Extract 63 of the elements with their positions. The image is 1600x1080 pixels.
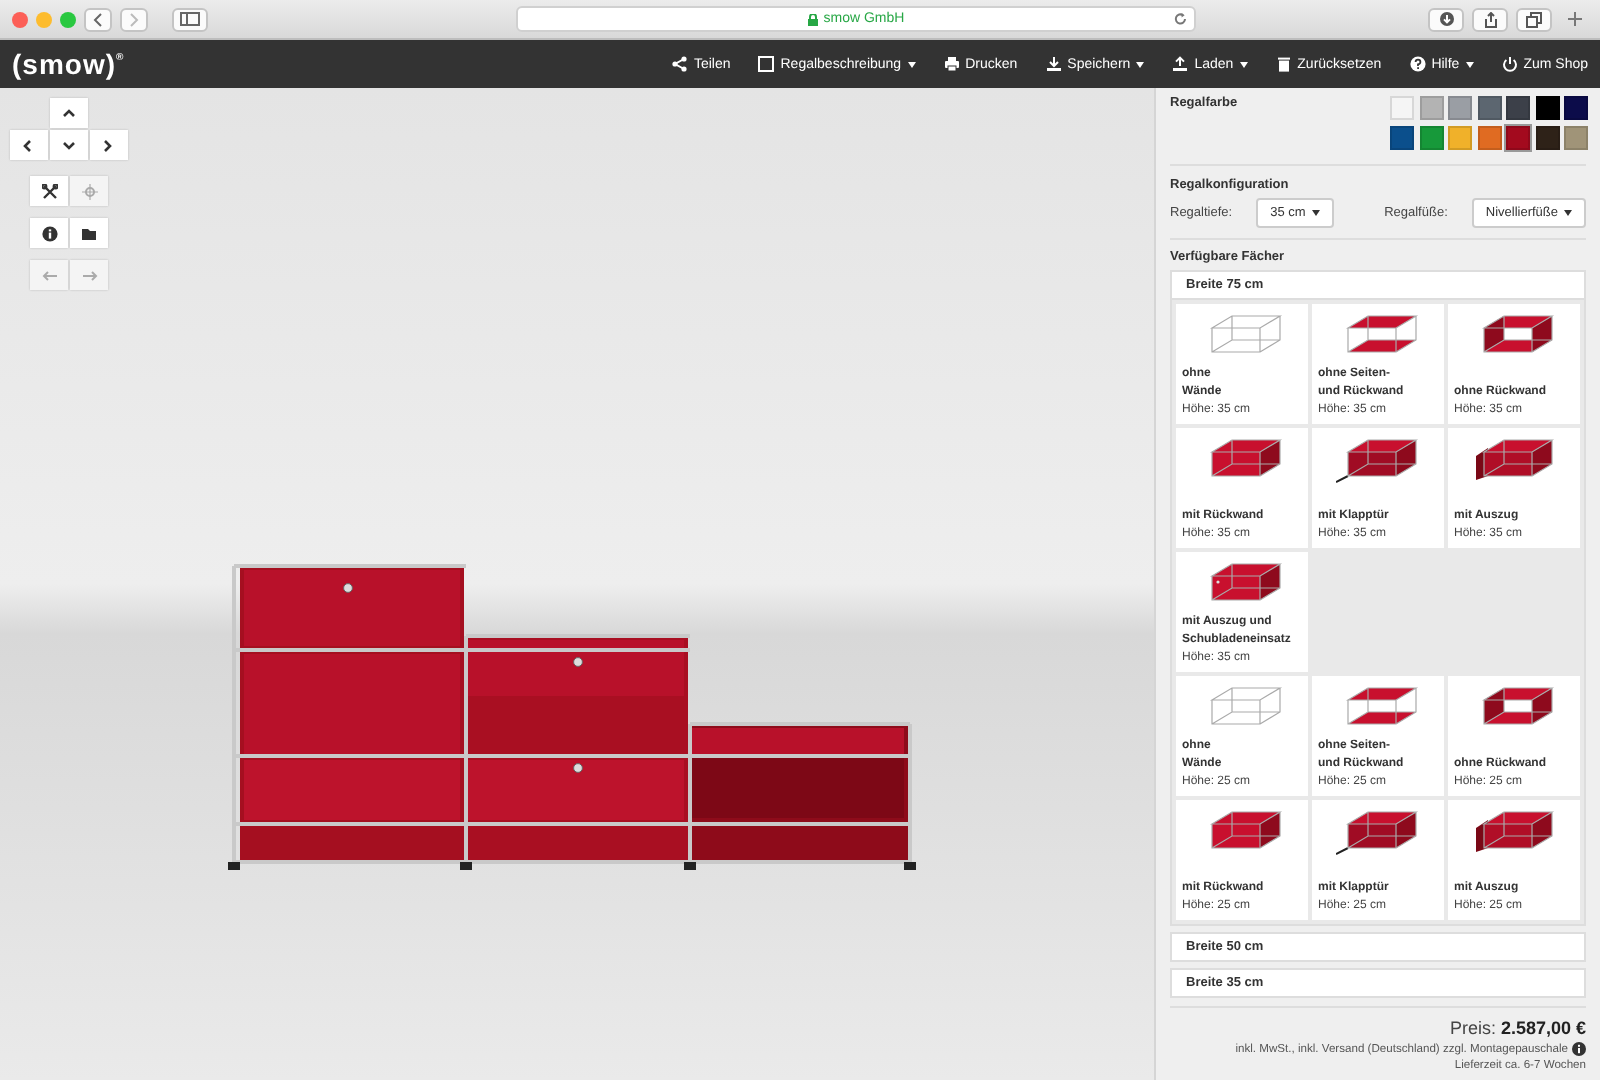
color-swatch[interactable] bbox=[1564, 96, 1588, 120]
redo-icon bbox=[81, 267, 97, 283]
color-swatch[interactable] bbox=[1477, 126, 1501, 150]
chevron-right-icon bbox=[128, 11, 140, 27]
caret-icon bbox=[907, 61, 916, 67]
back-button[interactable] bbox=[84, 7, 112, 31]
share-icon bbox=[1483, 11, 1497, 27]
color-swatch[interactable] bbox=[1506, 126, 1530, 150]
logo-text: (smow) bbox=[12, 48, 116, 80]
shelf-drawing[interactable] bbox=[228, 564, 916, 870]
chevron-up-icon bbox=[62, 107, 76, 119]
color-swatch[interactable] bbox=[1535, 96, 1559, 120]
color-swatch[interactable] bbox=[1419, 96, 1443, 120]
info-icon bbox=[41, 225, 57, 241]
color-swatch[interactable] bbox=[1506, 96, 1530, 120]
tool-button[interactable] bbox=[70, 218, 108, 248]
caret-icon bbox=[1465, 61, 1474, 67]
help-icon bbox=[1409, 56, 1426, 72]
share-button[interactable] bbox=[1472, 7, 1508, 31]
color-swatch[interactable] bbox=[1448, 96, 1472, 120]
trademark-mark: ® bbox=[116, 52, 125, 64]
color-swatch[interactable] bbox=[1477, 96, 1501, 120]
tabs-button[interactable] bbox=[1516, 7, 1552, 31]
scissors-icon bbox=[41, 183, 57, 199]
info-icon[interactable] bbox=[1572, 1042, 1586, 1056]
plus-icon bbox=[1567, 12, 1581, 26]
color-swatch[interactable] bbox=[1448, 126, 1472, 150]
download-button[interactable] bbox=[1428, 7, 1464, 31]
color-swatch[interactable] bbox=[1390, 126, 1414, 150]
caret-icon bbox=[1239, 61, 1248, 67]
color-swatch[interactable] bbox=[1535, 126, 1559, 150]
square-icon bbox=[758, 56, 775, 72]
caret-icon bbox=[1136, 61, 1145, 67]
tool-button[interactable] bbox=[30, 176, 68, 206]
pan-down-button[interactable] bbox=[50, 130, 88, 160]
download-icon bbox=[1045, 56, 1062, 72]
crosshair-icon bbox=[81, 183, 97, 199]
folder-icon bbox=[81, 225, 97, 241]
room-scene[interactable] bbox=[0, 88, 1154, 1080]
tabs-icon bbox=[1526, 11, 1542, 27]
chevron-down-icon bbox=[62, 139, 76, 151]
upload-icon bbox=[1172, 56, 1189, 72]
chevron-right-icon bbox=[102, 139, 116, 151]
pan-left-button[interactable] bbox=[10, 130, 48, 160]
color-swatch[interactable] bbox=[1564, 126, 1588, 150]
share-icon bbox=[671, 56, 688, 72]
trash-icon bbox=[1275, 56, 1292, 72]
tool-button[interactable] bbox=[30, 218, 68, 248]
pan-right-button[interactable] bbox=[90, 130, 128, 160]
reload-icon[interactable] bbox=[1174, 12, 1188, 26]
sidebar-button[interactable] bbox=[172, 7, 208, 31]
chevron-left-icon bbox=[92, 11, 104, 27]
price-text: Preis: 2.587,00 € bbox=[1447, 1018, 1586, 1038]
chevron-left-icon bbox=[22, 139, 36, 151]
undo-icon bbox=[41, 267, 57, 283]
lock-icon bbox=[807, 13, 818, 25]
color-swatch[interactable] bbox=[1390, 96, 1414, 120]
pan-up-button[interactable] bbox=[50, 98, 88, 128]
print-icon bbox=[943, 56, 960, 72]
sidebar-icon bbox=[180, 12, 200, 26]
color-swatch[interactable] bbox=[1419, 126, 1443, 150]
download-icon bbox=[1439, 12, 1453, 26]
power-icon bbox=[1501, 56, 1518, 72]
